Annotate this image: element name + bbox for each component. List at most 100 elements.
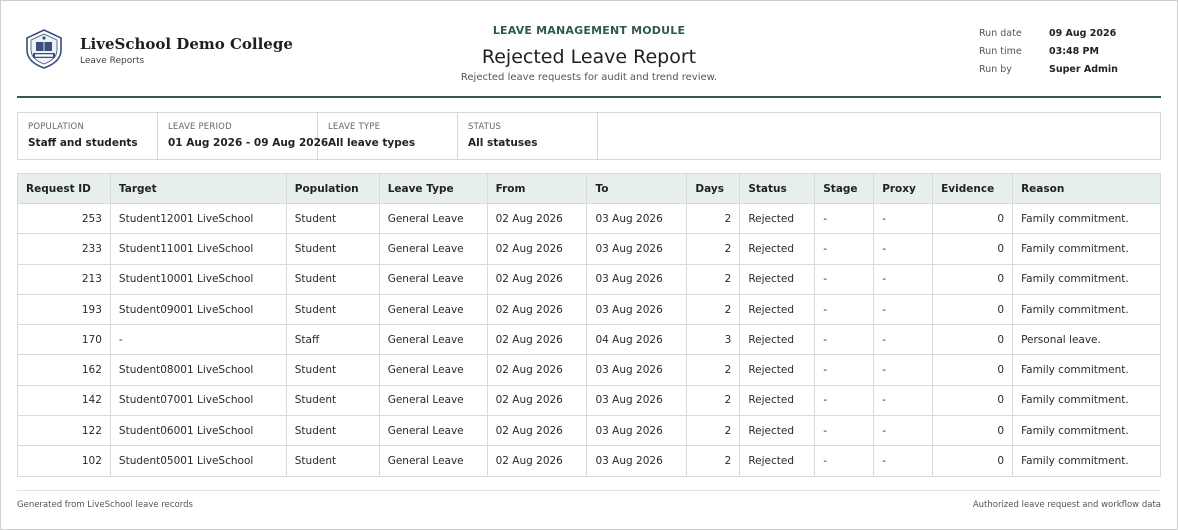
cell-evidence: 0 (932, 354, 1014, 386)
table-row[interactable]: 193 Student09001 LiveSchool Student General… (17, 293, 1161, 326)
cell-status: Rejected (739, 202, 816, 235)
cell-reason: Family commitment. (1012, 384, 1161, 417)
column-header[interactable]: Request ID (17, 173, 111, 204)
cell-population: Student (285, 293, 380, 326)
filter-value: All statuses (468, 137, 538, 149)
cell-leave-type: General Leave (378, 293, 488, 326)
table-row[interactable]: 253 Student12001 LiveSchool Student General… (17, 202, 1161, 235)
cell-stage: - (814, 384, 875, 417)
cell-stage: - (814, 354, 875, 386)
cell-evidence: 0 (932, 202, 1014, 235)
cell-leave-type: General Leave (378, 324, 488, 356)
cell-population: Student (285, 384, 380, 417)
table-row[interactable]: 170- Staff General Leave 02 Aug 2026 04 Aug … (17, 324, 1161, 356)
cell-request-id: 142 (17, 384, 111, 417)
column-header[interactable]: Leave Type (378, 173, 488, 204)
filter-label: STATUS (468, 122, 502, 132)
page-subtitle: Rejected leave requests for audit and tr… (460, 72, 718, 83)
cell-request-id: 102 (17, 445, 111, 477)
cell-target: Student08001 LiveSchool (109, 354, 287, 386)
cell-population: Student (285, 202, 380, 235)
column-header[interactable]: Proxy (873, 173, 934, 204)
table-body: 253 Student12001 LiveSchool Student General… (17, 202, 1161, 477)
column-header[interactable]: Target (109, 173, 287, 204)
column-header[interactable]: Stage (814, 173, 875, 204)
college-crest-icon (23, 28, 65, 70)
footer-divider (17, 490, 1161, 491)
cell-days: 2 (686, 354, 741, 386)
cell-evidence: 0 (932, 263, 1014, 295)
cell-reason: Family commitment. (1012, 293, 1161, 326)
cell-reason: Family commitment. (1012, 263, 1161, 295)
cell-reason: Family commitment. (1012, 202, 1161, 235)
meta-run-by: Run by Super Admin (979, 64, 1118, 82)
meta-value: 09 Aug 2026 (1049, 28, 1117, 39)
cell-population: Student (285, 415, 380, 447)
cell-target: Student05001 LiveSchool (109, 445, 287, 477)
filter-label: LEAVE TYPE (328, 122, 381, 132)
column-header[interactable]: Status (739, 173, 816, 204)
filter-population: POPULATION Staff and students (18, 113, 158, 159)
report-heading: LEAVE MANAGEMENT MODULE Rejected Leave R… (397, 24, 781, 83)
cell-to: 03 Aug 2026 (586, 384, 688, 417)
cell-population: Student (285, 263, 380, 295)
filter-value: Staff and students (28, 137, 138, 149)
column-header[interactable]: Reason (1012, 173, 1161, 204)
column-header[interactable]: From (486, 173, 588, 204)
filter-status: STATUS All statuses (458, 113, 598, 159)
cell-target: Student06001 LiveSchool (109, 415, 287, 447)
filter-leave-type: LEAVE TYPE All leave types (318, 113, 458, 159)
cell-status: Rejected (739, 415, 816, 447)
cell-target: Student11001 LiveSchool (109, 233, 287, 265)
column-header[interactable]: Days (686, 173, 741, 204)
meta-run-date: Run date 09 Aug 2026 (979, 28, 1118, 46)
cell-evidence: 0 (932, 384, 1014, 417)
report-header: LiveSchool Demo College Leave Reports LE… (17, 14, 1161, 98)
cell-days: 3 (686, 324, 741, 356)
table-row[interactable]: 162 Student08001 LiveSchool Student General… (17, 354, 1161, 386)
filter-value: All leave types (328, 137, 416, 149)
cell-population: Student (285, 233, 380, 265)
cell-evidence: 0 (932, 233, 1014, 265)
table-row[interactable]: 233 Student11001 LiveSchool Student General… (17, 233, 1161, 265)
table-row[interactable]: 142 Student07001 LiveSchool Student General… (17, 384, 1161, 417)
cell-request-id: 170 (17, 324, 111, 356)
cell-to: 03 Aug 2026 (586, 415, 688, 447)
column-header[interactable]: To (586, 173, 688, 204)
cell-to: 03 Aug 2026 (586, 445, 688, 477)
table-row[interactable]: 102 Student05001 LiveSchool Student General… (17, 445, 1161, 477)
meta-label: Run date (979, 28, 1022, 39)
cell-proxy: - (873, 354, 934, 386)
cell-days: 2 (686, 202, 741, 235)
table-row[interactable]: 122 Student06001 LiveSchool Student General… (17, 415, 1161, 447)
page-title: Rejected Leave Report (481, 46, 697, 68)
filter-summary: POPULATION Staff and students LEAVE PERI… (17, 112, 1161, 160)
college-name: LiveSchool Demo College (80, 35, 293, 53)
cell-reason: Family commitment. (1012, 415, 1161, 447)
cell-stage: - (814, 263, 875, 295)
cell-evidence: 0 (932, 293, 1014, 326)
meta-run-time: Run time 03:48 PM (979, 46, 1118, 64)
cell-to: 03 Aug 2026 (586, 263, 688, 295)
column-header[interactable]: Evidence (932, 173, 1014, 204)
cell-evidence: 0 (932, 415, 1014, 447)
module-name: LEAVE MANAGEMENT MODULE (492, 24, 686, 37)
cell-days: 2 (686, 263, 741, 295)
cell-proxy: - (873, 263, 934, 295)
cell-leave-type: General Leave (378, 202, 488, 235)
cell-days: 2 (686, 415, 741, 447)
cell-to: 04 Aug 2026 (586, 324, 688, 356)
cell-status: Rejected (739, 384, 816, 417)
cell-reason: Family commitment. (1012, 354, 1161, 386)
column-header[interactable]: Population (285, 173, 380, 204)
footer-source-note: Generated from LiveSchool leave records (17, 500, 193, 510)
cell-evidence: 0 (932, 445, 1014, 477)
cell-reason: Family commitment. (1012, 233, 1161, 265)
cell-proxy: - (873, 384, 934, 417)
meta-value: Super Admin (1049, 64, 1118, 75)
cell-stage: - (814, 233, 875, 265)
table-row[interactable]: 213 Student10001 LiveSchool Student General… (17, 263, 1161, 295)
cell-status: Rejected (739, 263, 816, 295)
cell-proxy: - (873, 233, 934, 265)
cell-proxy: - (873, 415, 934, 447)
